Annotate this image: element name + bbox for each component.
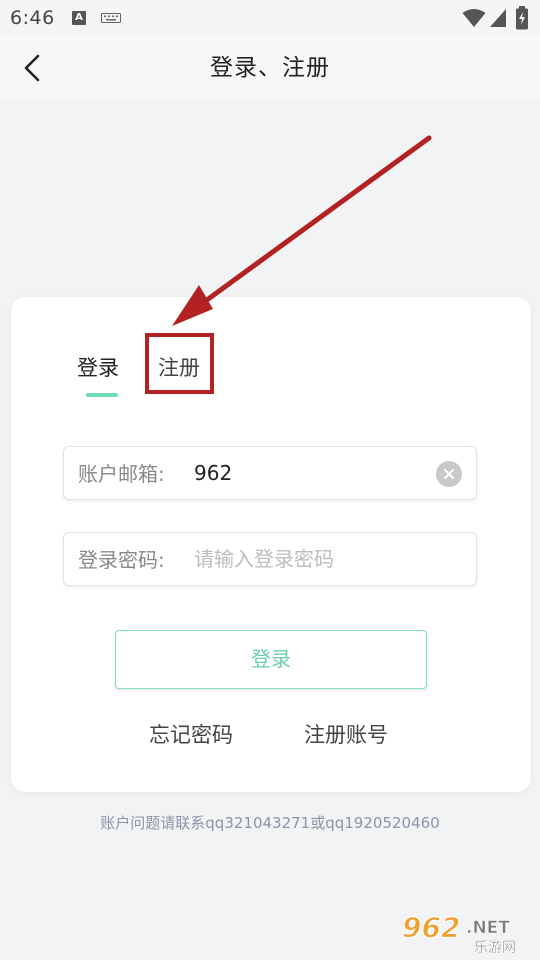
battery-icon bbox=[516, 6, 528, 30]
svg-text:乐游网: 乐游网 bbox=[474, 940, 516, 956]
status-time: 6:46 bbox=[10, 7, 55, 29]
email-label: 账户邮箱: bbox=[78, 462, 165, 486]
tab-register[interactable]: 注册 bbox=[158, 352, 200, 382]
email-field: 账户邮箱: bbox=[63, 446, 477, 500]
contact-note: 账户问题请联系qq321043271或qq1920520460 bbox=[100, 814, 440, 832]
page-title: 登录、注册 bbox=[210, 55, 330, 81]
login-button[interactable]: 登录 bbox=[115, 630, 427, 689]
site-watermark-logo: 962 .NET 乐游网 bbox=[402, 911, 517, 957]
chevron-left-icon[interactable] bbox=[14, 48, 54, 88]
tab-login[interactable]: 登录 bbox=[77, 352, 119, 382]
password-field: 登录密码: bbox=[63, 532, 477, 586]
forgot-password-link[interactable]: 忘记密码 bbox=[149, 719, 233, 749]
svg-text:.NET: .NET bbox=[466, 918, 510, 938]
register-account-link[interactable]: 注册账号 bbox=[304, 719, 388, 749]
password-label: 登录密码: bbox=[78, 548, 165, 572]
keyboard-icon bbox=[101, 13, 121, 23]
wifi-icon bbox=[462, 9, 486, 27]
active-tab-indicator bbox=[86, 393, 118, 397]
signal-icon bbox=[490, 9, 506, 27]
email-input[interactable] bbox=[194, 447, 424, 499]
status-bar: 6:46 A bbox=[0, 0, 540, 36]
clear-icon[interactable] bbox=[436, 461, 462, 487]
a-notification-icon: A bbox=[72, 11, 86, 25]
svg-text:962: 962 bbox=[402, 911, 460, 944]
login-card: 登录 注册 账户邮箱: 登录密码: 登录 忘记密码 注册账号 bbox=[11, 297, 531, 792]
app-header: 登录、注册 bbox=[0, 36, 540, 100]
password-input[interactable] bbox=[194, 533, 424, 585]
